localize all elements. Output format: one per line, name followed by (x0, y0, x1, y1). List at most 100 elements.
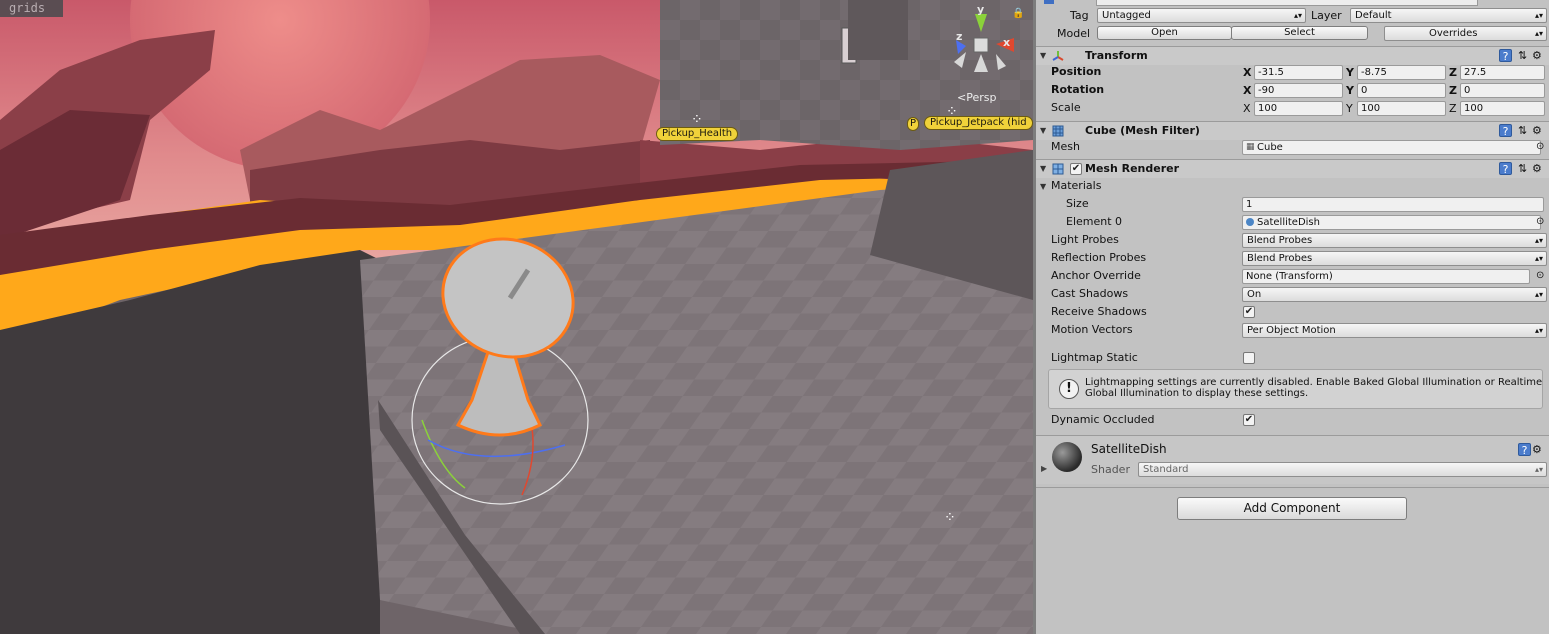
receive-shadows-checkbox[interactable]: ✔ (1243, 306, 1255, 318)
receive-shadows-row: Receive Shadows ✔ (1036, 303, 1549, 321)
material-section: ▶ SatelliteDish Shader Standard ▴▾ ? ⚙ (1036, 435, 1549, 484)
materials-row[interactable]: ▼ Materials (1036, 177, 1549, 195)
overrides-dropdown[interactable]: Overrides ▴▾ (1384, 26, 1547, 41)
scale-label: Scale (1051, 101, 1081, 114)
position-x-field[interactable]: -31.5 (1254, 65, 1343, 80)
scale-y-field[interactable]: 100 (1357, 101, 1446, 116)
lightmap-static-label: Lightmap Static (1051, 351, 1138, 364)
help-icon[interactable]: ? (1518, 443, 1531, 457)
mesh-field[interactable]: ▦ Cube (1242, 140, 1541, 155)
gizmo-center-cube[interactable] (973, 37, 989, 53)
light-probes-dropdown[interactable]: Blend Probes ▴▾ (1242, 233, 1547, 248)
rotation-row: Rotation X -90 Y 0 Z 0 (1036, 81, 1549, 99)
axis-z-label[interactable]: Z (1449, 66, 1457, 79)
axis-y-label[interactable]: Y (1346, 66, 1354, 79)
scale-z-field[interactable]: 100 (1460, 101, 1545, 116)
gear-icon[interactable]: ⚙ (1532, 49, 1542, 62)
gizmo-z-label: z (956, 30, 963, 43)
model-select-button[interactable]: Select (1231, 26, 1368, 40)
dropdown-arrow-icon: ▴▾ (1534, 465, 1543, 474)
anchor-override-field[interactable]: None (Transform) (1242, 269, 1530, 284)
pickup-sparkle-icon: ⁘ (944, 510, 956, 526)
transform-title: Transform (1085, 49, 1148, 62)
preset-icon[interactable]: ⇅ (1518, 124, 1527, 137)
element0-field[interactable]: SatelliteDish (1242, 215, 1541, 230)
position-y-field[interactable]: -8.75 (1357, 65, 1446, 80)
rotation-y-field[interactable]: 0 (1357, 83, 1446, 98)
gear-icon[interactable]: ⚙ (1532, 162, 1542, 175)
object-picker-icon[interactable]: ⊙ (1536, 141, 1544, 152)
light-probes-row: Light Probes Blend Probes ▴▾ (1036, 231, 1549, 249)
pickup-jetpack-label[interactable]: Pickup_Jetpack (hid (924, 116, 1033, 130)
object-picker-icon[interactable]: ⊙ (1536, 216, 1544, 227)
axis-z-label[interactable]: Z (1449, 102, 1457, 115)
gear-icon[interactable]: ⚙ (1532, 124, 1542, 137)
materials-label: Materials (1051, 179, 1102, 192)
motion-vectors-dropdown[interactable]: Per Object Motion ▴▾ (1242, 323, 1547, 338)
dropdown-arrow-icon: ▴▾ (1534, 236, 1543, 245)
shader-dropdown[interactable]: Standard ▴▾ (1138, 462, 1547, 477)
transform-icon (1052, 51, 1064, 61)
axis-z-label[interactable]: Z (1449, 84, 1457, 97)
add-component-button[interactable]: Add Component (1177, 497, 1407, 520)
object-picker-icon[interactable]: ⊙ (1536, 270, 1544, 281)
cast-shadows-label: Cast Shadows (1051, 287, 1129, 300)
dropdown-arrow-icon: ▴▾ (1534, 11, 1543, 20)
reflection-probes-dropdown[interactable]: Blend Probes ▴▾ (1242, 251, 1547, 266)
rotation-x-field[interactable]: -90 (1254, 83, 1343, 98)
axis-x-label[interactable]: X (1243, 102, 1251, 115)
rotation-label: Rotation (1051, 83, 1105, 96)
model-row: Model Open Select Overrides ▴▾ (1036, 24, 1549, 42)
pickup-p-label[interactable]: P (907, 117, 920, 131)
scene-canvas[interactable]: ⁘ ⁘ ⁘ (0, 0, 1033, 634)
pickup-health-label[interactable]: Pickup_Health (656, 127, 739, 141)
axis-x-label[interactable]: X (1243, 66, 1251, 79)
reflection-probes-label: Reflection Probes (1051, 251, 1147, 264)
mesh-row: Mesh ▦ Cube ⊙ (1036, 138, 1549, 156)
layer-dropdown[interactable]: Default ▴▾ (1350, 8, 1547, 23)
fold-arrow-icon[interactable]: ▼ (1040, 126, 1046, 135)
cast-shadows-dropdown[interactable]: On ▴▾ (1242, 287, 1547, 302)
rotation-z-field[interactable]: 0 (1460, 83, 1545, 98)
lightmapping-help-text: Lightmapping settings are currently disa… (1085, 377, 1543, 399)
gear-icon[interactable]: ⚙ (1532, 443, 1542, 456)
fold-arrow-icon[interactable]: ▼ (1040, 182, 1046, 191)
axis-y-label[interactable]: Y (1346, 84, 1354, 97)
scale-row: Scale X 100 Y 100 Z 100 (1036, 99, 1549, 117)
anchor-override-row: Anchor Override None (Transform) ⊙ (1036, 267, 1549, 285)
scale-x-field[interactable]: 100 (1254, 101, 1343, 116)
inspector-panel: Tag Untagged ▴▾ Layer Default ▴▾ Model Ope… (1036, 0, 1549, 634)
fold-arrow-icon[interactable]: ▼ (1040, 51, 1046, 60)
mesh-renderer-enabled-checkbox[interactable]: ✔ (1070, 163, 1082, 175)
dynamic-occluded-label: Dynamic Occluded (1051, 413, 1155, 426)
help-icon[interactable]: ? (1499, 124, 1512, 138)
preset-icon[interactable]: ⇅ (1518, 162, 1527, 175)
scene-view[interactable]: ⁘ ⁘ ⁘ grids y x z <Persp Pickup_Health P… (0, 0, 1033, 634)
tag-dropdown[interactable]: Untagged ▴▾ (1097, 8, 1306, 23)
light-probes-label: Light Probes (1051, 233, 1119, 246)
persp-toggle[interactable]: <Persp (957, 91, 996, 104)
lock-icon[interactable]: 🔒 (1012, 8, 1024, 19)
position-z-field[interactable]: 27.5 (1460, 65, 1545, 80)
help-icon[interactable]: ? (1499, 49, 1512, 63)
axis-y-label[interactable]: Y (1346, 102, 1353, 115)
lightmapping-help-box: ! Lightmapping settings are currently di… (1048, 369, 1543, 409)
expand-arrow-icon[interactable]: ▶ (1041, 464, 1047, 473)
mesh-renderer-header[interactable]: ▼ ✔ Mesh Renderer ? ⇅ ⚙ (1036, 159, 1549, 178)
model-open-button[interactable]: Open (1097, 26, 1232, 40)
fold-arrow-icon[interactable]: ▼ (1040, 164, 1046, 173)
preset-icon[interactable]: ⇅ (1518, 49, 1527, 62)
dynamic-occluded-checkbox[interactable]: ✔ (1243, 414, 1255, 426)
help-icon[interactable]: ? (1499, 162, 1512, 176)
size-label: Size (1066, 197, 1089, 210)
material-preview-sphere[interactable] (1052, 442, 1082, 472)
reflection-probes-row: Reflection Probes Blend Probes ▴▾ (1036, 249, 1549, 267)
mesh-grid-icon (1052, 125, 1064, 137)
mesh-renderer-title: Mesh Renderer (1085, 162, 1180, 175)
dropdown-arrow-icon: ▴▾ (1534, 254, 1543, 263)
lightmap-static-checkbox[interactable] (1243, 352, 1255, 364)
axis-x-label[interactable]: X (1243, 84, 1251, 97)
material-actions: ? ⚙ (1499, 443, 1545, 457)
component-actions: ? ⇅ ⚙ (1499, 124, 1545, 138)
size-field[interactable]: 1 (1242, 197, 1544, 212)
